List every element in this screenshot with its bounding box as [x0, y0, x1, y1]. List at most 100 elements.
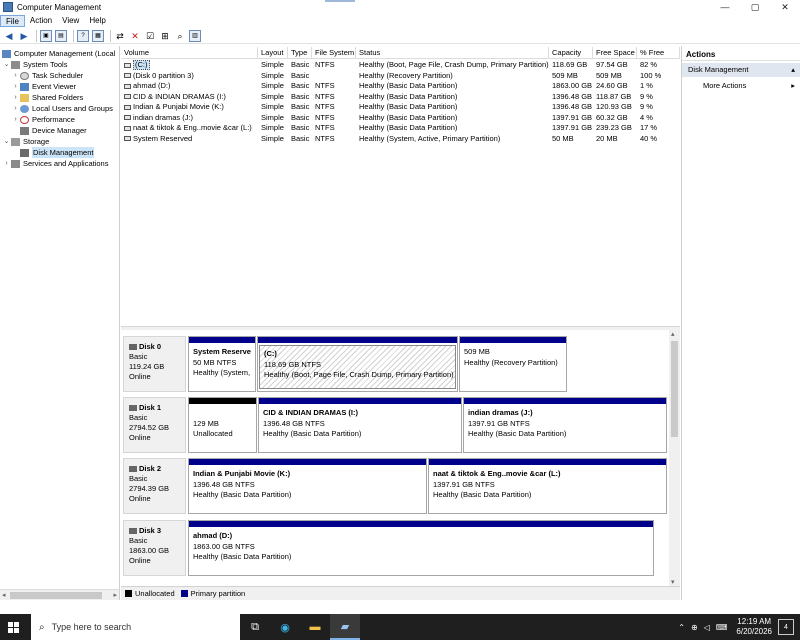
actions-disk-management[interactable]: Disk Management ▴: [682, 63, 800, 77]
col-volume[interactable]: Volume: [121, 47, 258, 59]
volume-cell-status: Healthy (System, Active, Primary Partiti…: [359, 133, 501, 143]
partition-i[interactable]: CID & INDIAN DRAMAS (I:) 1396.48 GB NTFS H…: [258, 397, 462, 453]
tree-local-users[interactable]: › Local Users and Groups: [11, 103, 113, 114]
col-percent-free[interactable]: % Free: [637, 47, 680, 59]
partition-recovery[interactable]: 509 MB Healthy (Recovery Partition): [459, 336, 567, 392]
tree-performance[interactable]: › Performance: [11, 114, 75, 125]
taskbar-search[interactable]: ⌕ Type here to search: [31, 614, 240, 640]
disk-icon: [129, 528, 137, 534]
col-file-system[interactable]: File System: [312, 47, 356, 59]
chevron-up-icon[interactable]: ▴: [791, 63, 795, 77]
chevron-right-icon[interactable]: ›: [2, 158, 11, 169]
partition-l[interactable]: naat & tiktok & Eng..movie &car (L:) 1397…: [428, 458, 667, 514]
task-view-icon[interactable]: ⧉: [240, 614, 270, 640]
properties-icon[interactable]: ▦: [92, 29, 104, 42]
volume-icon: [124, 83, 131, 89]
disk-info[interactable]: Disk 0 Basic 119.24 GB Online: [123, 336, 186, 392]
maximize-button[interactable]: ▢: [740, 0, 770, 14]
disk-info[interactable]: Disk 3 Basic 1863.00 GB Online: [123, 520, 186, 576]
tree-root[interactable]: Computer Management (Local: [2, 48, 115, 59]
partition-j[interactable]: indian dramas (J:) 1397.91 GB NTFS Healthy…: [463, 397, 667, 453]
volume-row[interactable]: Indian & Punjabi Movie (K:) Simple Basic NT…: [121, 102, 680, 113]
disk-row: Disk 0 Basic 119.24 GB Online System Res…: [123, 336, 668, 392]
search-icon[interactable]: ⌕: [174, 30, 186, 42]
menu-action[interactable]: Action: [25, 15, 57, 27]
disk-map-vertical-scrollbar[interactable]: ▴ ▾: [669, 330, 680, 586]
chevron-right-icon[interactable]: ›: [11, 70, 20, 81]
checklist-icon[interactable]: ☑: [144, 30, 156, 42]
tree-disk-management[interactable]: Disk Management: [20, 147, 95, 158]
volume-cell-type: Basic: [291, 112, 310, 122]
menu-view[interactable]: View: [57, 15, 84, 27]
menu-help[interactable]: Help: [84, 15, 110, 27]
col-type[interactable]: Type: [288, 47, 312, 59]
col-status[interactable]: Status: [356, 47, 549, 59]
help-icon[interactable]: ?: [77, 29, 89, 42]
disk-size: 2794.52 GB: [129, 423, 170, 432]
chevron-right-icon[interactable]: ›: [11, 114, 20, 125]
tree-storage[interactable]: ⌄ Storage: [2, 136, 50, 147]
disk-state: Online: [129, 433, 151, 442]
col-capacity[interactable]: Capacity: [549, 47, 593, 59]
partition-k[interactable]: Indian & Punjabi Movie (K:) 1396.48 GB NT…: [188, 458, 427, 514]
notification-icon[interactable]: 4: [778, 619, 794, 635]
volume-row[interactable]: (Disk 0 partition 3) Simple Basic Healthy (…: [121, 71, 680, 82]
col-free-space[interactable]: Free Space: [593, 47, 637, 59]
clock[interactable]: 12:19 AM 6/20/2026: [730, 617, 778, 637]
close-button[interactable]: ✕: [770, 0, 800, 14]
partition-c[interactable]: (C:) 118.69 GB NTFS Healthy (Boot, Page Fi…: [257, 336, 458, 392]
back-arrow-icon[interactable]: ◀: [3, 30, 15, 42]
tree-system-tools[interactable]: ⌄ System Tools: [2, 59, 68, 70]
scroll-thumb[interactable]: [671, 341, 678, 437]
menu-file[interactable]: File: [0, 14, 25, 27]
chevron-down-icon[interactable]: ⌄: [2, 59, 11, 70]
delete-icon[interactable]: ✕: [129, 30, 141, 42]
forward-arrow-icon[interactable]: ▶: [18, 30, 30, 42]
more-actions[interactable]: More Actions ▸: [682, 79, 800, 92]
view-icon[interactable]: ▥: [189, 29, 201, 42]
partition-d[interactable]: ahmad (D:) 1863.00 GB NTFS Healthy (Basic …: [188, 520, 654, 576]
tree-services-applications[interactable]: › Services and Applications: [2, 158, 108, 169]
volume-icon[interactable]: ◁: [701, 623, 713, 632]
volume-row[interactable]: ahmad (D:) Simple Basic NTFS Healthy (Basic …: [121, 81, 680, 92]
connect-icon[interactable]: ⇄: [114, 30, 126, 42]
computer-management-taskbar-icon[interactable]: ▰: [330, 614, 360, 640]
volume-icon: [124, 62, 131, 68]
start-button[interactable]: [0, 614, 26, 640]
partition-system-reserved[interactable]: System Reserve 50 MB NTFS Healthy (System,: [188, 336, 256, 392]
keyboard-icon[interactable]: ⌨: [713, 623, 731, 632]
tree-event-viewer[interactable]: › Event Viewer: [11, 81, 76, 92]
network-icon[interactable]: ⊕: [688, 623, 701, 632]
volume-row[interactable]: (C:) Simple Basic NTFS Healthy (Boot, Page F…: [121, 60, 680, 71]
scroll-up-icon[interactable]: ▴: [671, 330, 675, 338]
disk-info[interactable]: Disk 2 Basic 2794.39 GB Online: [123, 458, 186, 514]
chevron-up-icon[interactable]: ⌃: [675, 623, 688, 632]
chevron-down-icon[interactable]: ⌄: [2, 136, 11, 147]
scroll-left-icon[interactable]: ◂: [2, 590, 6, 601]
chevron-right-icon[interactable]: ›: [11, 92, 20, 103]
chevron-right-icon[interactable]: ›: [11, 81, 20, 92]
volume-row[interactable]: naat & tiktok & Eng..movie &car (L:) Simp…: [121, 123, 680, 134]
volume-row[interactable]: indian dramas (J:) Simple Basic NTFS Healthy…: [121, 113, 680, 124]
file-explorer-icon[interactable]: ▬: [300, 614, 330, 640]
tree-device-manager[interactable]: Device Manager: [20, 125, 87, 136]
minimize-button[interactable]: —: [710, 0, 740, 14]
col-layout[interactable]: Layout: [258, 47, 288, 59]
scroll-right-icon[interactable]: ▸: [113, 590, 117, 601]
tree-shared-folders[interactable]: › Shared Folders: [11, 92, 83, 103]
volume-cell-pct: 40 %: [640, 133, 658, 143]
scroll-thumb[interactable]: [10, 592, 102, 599]
open-icon[interactable]: ⊞: [159, 30, 171, 42]
chevron-right-icon[interactable]: ›: [11, 103, 20, 114]
disk-info[interactable]: Disk 1 Basic 2794.52 GB Online: [123, 397, 186, 453]
show-hide-tree-icon[interactable]: ▤: [55, 29, 67, 42]
up-folder-icon[interactable]: ▣: [40, 29, 52, 42]
scroll-down-icon[interactable]: ▾: [671, 578, 675, 586]
partition-unallocated[interactable]: 129 MB Unallocated: [188, 397, 257, 453]
tree-horizontal-scrollbar[interactable]: ◂ ▸: [0, 589, 119, 600]
volume-cell-volume: (C:): [121, 60, 258, 71]
volume-row[interactable]: CID & INDIAN DRAMAS (I:) Simple Basic NTFS H…: [121, 92, 680, 103]
volume-row[interactable]: System Reserved Simple Basic NTFS Healthy (S…: [121, 134, 680, 145]
edge-browser-icon[interactable]: ◉: [270, 614, 300, 640]
tree-task-scheduler[interactable]: › Task Scheduler: [11, 70, 83, 81]
